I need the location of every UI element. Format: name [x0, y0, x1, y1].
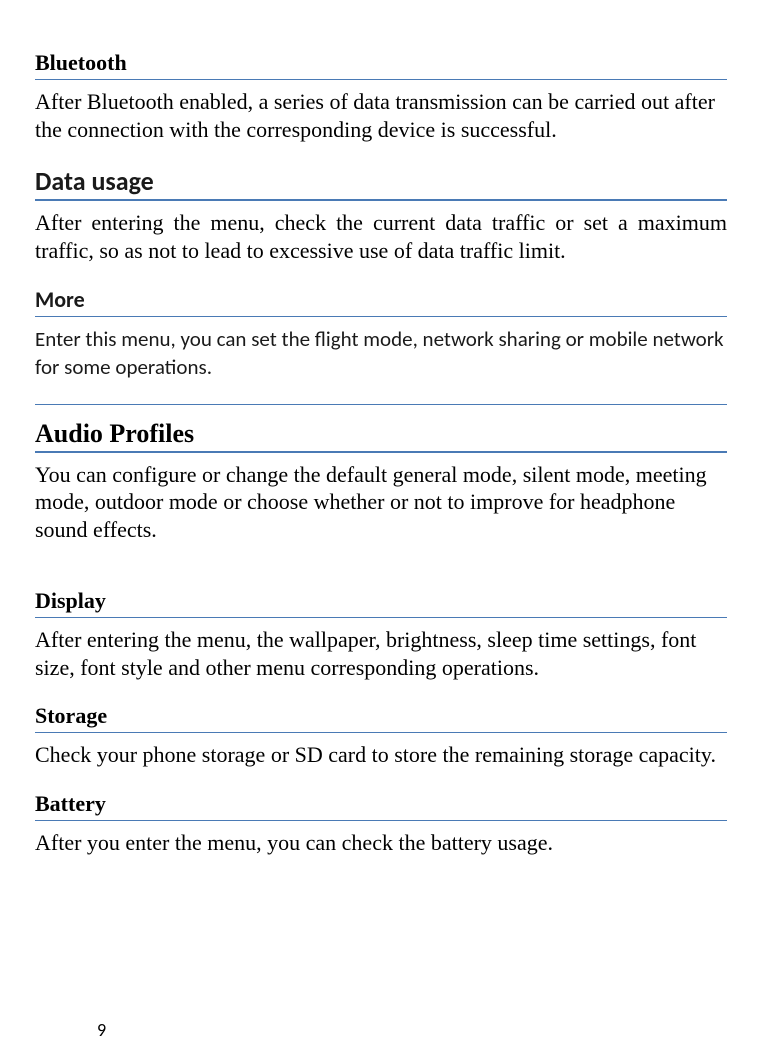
- heading-storage: Storage: [35, 703, 727, 733]
- section-battery: Battery After you enter the menu, you ca…: [35, 791, 727, 857]
- body-battery: After you enter the menu, you can check …: [35, 829, 727, 857]
- body-storage: Check your phone storage or SD card to s…: [35, 741, 727, 769]
- section-data-usage: Data usage After entering the menu, chec…: [35, 165, 727, 264]
- heading-audio-profiles: Audio Profiles: [35, 419, 727, 453]
- section-more: More Enter this menu, you can set the fl…: [35, 286, 727, 382]
- section-storage: Storage Check your phone storage or SD c…: [35, 703, 727, 769]
- body-more: Enter this menu, you can set the flight …: [35, 325, 727, 382]
- body-bluetooth: After Bluetooth enabled, a series of dat…: [35, 88, 727, 143]
- section-display: Display After entering the menu, the wal…: [35, 588, 727, 681]
- heading-more: More: [35, 286, 727, 317]
- heading-data-usage: Data usage: [35, 165, 727, 201]
- document-page: Bluetooth After Bluetooth enabled, a ser…: [0, 0, 762, 1063]
- heading-display: Display: [35, 588, 727, 618]
- body-audio-profiles: You can configure or change the default …: [35, 461, 727, 544]
- heading-battery: Battery: [35, 791, 727, 821]
- spacer: [35, 405, 727, 419]
- body-data-usage: After entering the menu, check the curre…: [35, 209, 727, 264]
- section-audio-profiles: Audio Profiles You can configure or chan…: [35, 419, 727, 544]
- page-number: 9: [97, 1019, 106, 1041]
- heading-bluetooth: Bluetooth: [35, 50, 727, 80]
- body-display: After entering the menu, the wallpaper, …: [35, 626, 727, 681]
- section-bluetooth: Bluetooth After Bluetooth enabled, a ser…: [35, 50, 727, 143]
